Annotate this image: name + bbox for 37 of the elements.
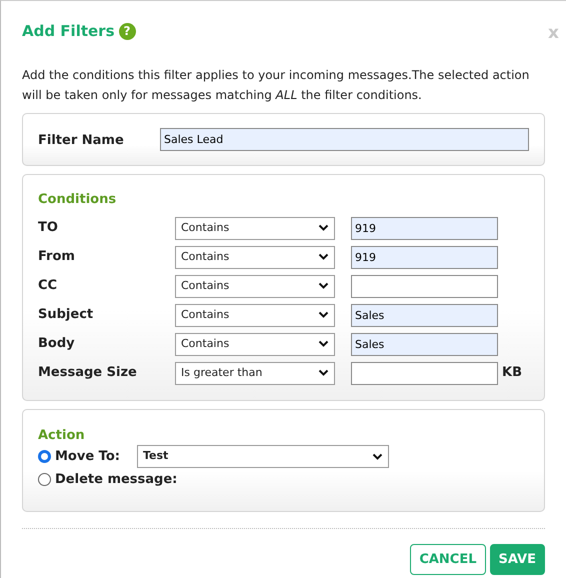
value-field[interactable]: 919 <box>351 216 498 240</box>
operator-dropdown[interactable]: Contains <box>175 304 335 326</box>
value-field[interactable]: 919 <box>351 246 498 268</box>
description: Add the conditions this filter applies to your incoming messages.The selected action will be taken only for messages matching ALL the filter conditions. <box>22 67 530 104</box>
operator-dropdown[interactable]: Contains <box>175 216 335 240</box>
dialog-title: Add Filters <box>22 20 115 42</box>
filter-name-field[interactable]: Sales Lead <box>160 128 529 151</box>
option-label: Move To: <box>55 448 121 466</box>
condition-label: Body <box>38 335 76 354</box>
operator-dropdown[interactable]: Contains <box>175 274 335 298</box>
value-field[interactable] <box>351 274 498 298</box>
condition-label: TO <box>38 219 59 238</box>
condition-label: From <box>38 248 76 266</box>
section-heading: Conditions <box>38 191 118 209</box>
caret-icon <box>318 369 329 377</box>
operator-dropdown[interactable]: Contains <box>175 332 335 356</box>
folder-dropdown[interactable]: Test <box>137 445 389 468</box>
caret-icon <box>318 224 329 232</box>
condition-label: Subject <box>38 306 94 324</box>
section-heading: Action <box>38 426 86 444</box>
value-field[interactable]: Sales <box>351 304 498 326</box>
caret-icon <box>372 452 383 460</box>
condition-label: Message Size <box>38 364 138 382</box>
radio-button[interactable] <box>38 473 51 486</box>
unit-label: KB <box>502 364 522 382</box>
radio-button[interactable] <box>38 450 51 463</box>
caret-icon <box>318 340 329 348</box>
caret-icon <box>318 253 329 261</box>
operator-dropdown[interactable]: Is greater than <box>175 362 335 384</box>
condition-label: CC <box>38 277 58 296</box>
field-label: Filter Name <box>38 132 125 150</box>
caret-icon <box>318 311 329 319</box>
value-field[interactable] <box>351 362 498 384</box>
operator-dropdown[interactable]: Contains <box>175 246 335 268</box>
option-label: Delete message: <box>55 470 178 489</box>
value-field[interactable]: Sales <box>351 332 498 356</box>
caret-icon <box>318 282 329 290</box>
